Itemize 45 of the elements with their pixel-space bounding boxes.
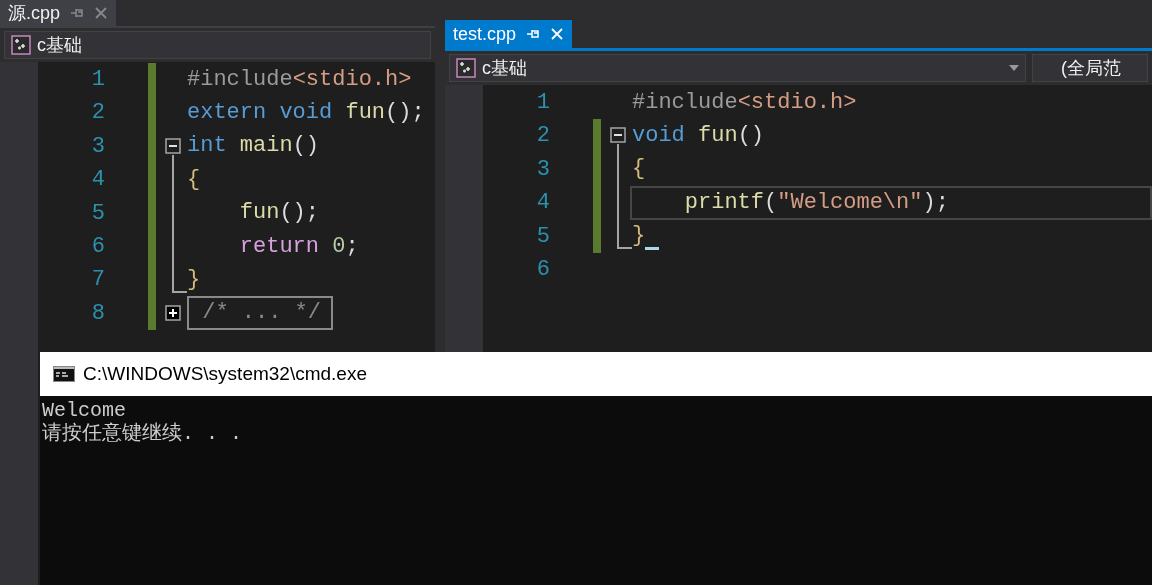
line-number: 6 (90, 232, 105, 261)
window-title: C:\WINDOWS\system32\cmd.exe (83, 363, 367, 385)
line-number: 5 (535, 222, 550, 251)
line-number: 1 (90, 66, 105, 94)
terminal-icon (53, 366, 75, 382)
code-line: printf("Welcome\n"); (683, 188, 949, 217)
expand-icon[interactable] (165, 304, 181, 321)
line-number: 4 (90, 166, 105, 195)
close-icon[interactable] (94, 6, 109, 20)
collapse-icon[interactable] (165, 137, 181, 154)
file-tab[interactable]: 源.cpp (0, 0, 117, 26)
line-number: 2 (90, 99, 105, 128)
line-number: 4 (535, 189, 550, 218)
class-icon (456, 58, 476, 78)
console-output: 请按任意键继续. . . (42, 422, 242, 445)
code-line: void fun() (632, 122, 765, 151)
line-number: 2 (535, 122, 550, 151)
code-line: { (187, 165, 201, 194)
code-line: return 0; (238, 232, 359, 261)
line-number: 7 (90, 266, 105, 295)
line-number: 5 (90, 199, 105, 228)
file-tab[interactable]: test.cpp (445, 20, 573, 48)
scope-dropdown[interactable]: (全局范 (1032, 54, 1148, 82)
collapse-icon[interactable] (610, 127, 626, 144)
console-output: Welcome (42, 399, 126, 422)
code-line: extern void fun(); (187, 99, 425, 128)
code-line: } (187, 266, 201, 295)
code-line: int main() (187, 132, 320, 161)
line-number: 3 (90, 132, 105, 161)
line-number: 6 (535, 255, 550, 284)
close-icon[interactable] (550, 27, 565, 41)
code-line: } (632, 222, 646, 251)
caret-icon (1009, 65, 1019, 71)
pin-icon[interactable] (526, 27, 541, 41)
project-dropdown[interactable]: c基础 (4, 31, 431, 59)
class-icon (11, 35, 31, 55)
code-line: fun(); (238, 199, 320, 228)
line-number: 3 (535, 155, 550, 184)
pin-icon[interactable] (70, 6, 85, 20)
line-number: 8 (90, 299, 105, 328)
code-line: #include<stdio.h> (187, 65, 412, 94)
line-number: 1 (535, 89, 550, 117)
code-line: { (632, 155, 646, 184)
project-dropdown[interactable]: c基础 (449, 54, 1026, 82)
code-line: #include<stdio.h> (632, 88, 857, 117)
